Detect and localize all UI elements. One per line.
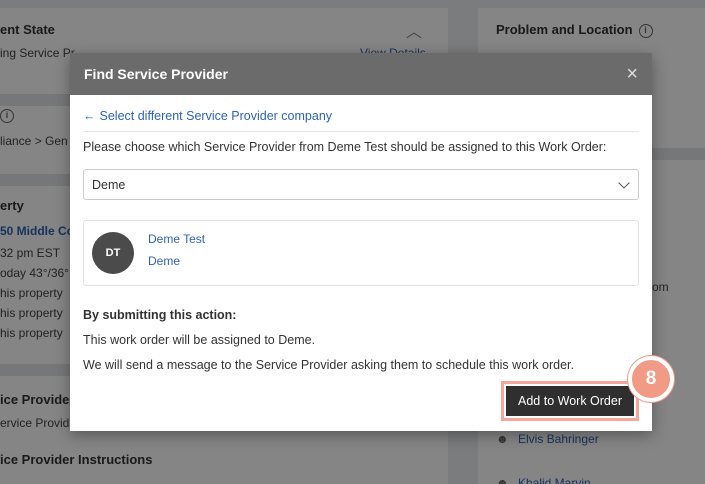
select-different-company-link[interactable]: ← Select different Service Provider comp…	[83, 109, 639, 132]
service-provider-select[interactable]: Deme	[83, 169, 639, 200]
submission-line: We will send a message to the Service Pr…	[83, 358, 574, 372]
submission-title: By submitting this action:	[83, 308, 237, 322]
assignment-prompt: Please choose which Service Provider fro…	[83, 140, 607, 154]
highlight-frame: Add to Work Order	[501, 381, 639, 421]
add-to-work-order-button[interactable]: Add to Work Order	[506, 386, 634, 416]
modal-body: ← Select different Service Provider comp…	[70, 95, 652, 372]
provider-company-link[interactable]: Deme Test	[148, 232, 205, 246]
provider-card: DT Deme Test Deme	[83, 220, 639, 286]
avatar: DT	[92, 232, 134, 274]
chevron-down-icon	[618, 176, 630, 189]
submission-line: This work order will be assigned to Deme…	[83, 333, 316, 347]
modal-title: Find Service Provider	[84, 66, 228, 82]
provider-name-link[interactable]: Deme	[148, 254, 205, 268]
arrow-left-icon: ←	[83, 109, 96, 123]
submission-info: By submitting this action: This work ord…	[83, 308, 639, 372]
close-icon[interactable]: ×	[626, 64, 638, 84]
modal-header: Find Service Provider ×	[70, 53, 652, 95]
find-service-provider-modal: Find Service Provider × ← Select differe…	[70, 53, 652, 431]
back-link-label: Select different Service Provider compan…	[99, 109, 333, 123]
select-value: Deme	[92, 177, 126, 192]
provider-names: Deme Test Deme	[148, 232, 205, 268]
step-number-badge: 8	[628, 356, 674, 402]
